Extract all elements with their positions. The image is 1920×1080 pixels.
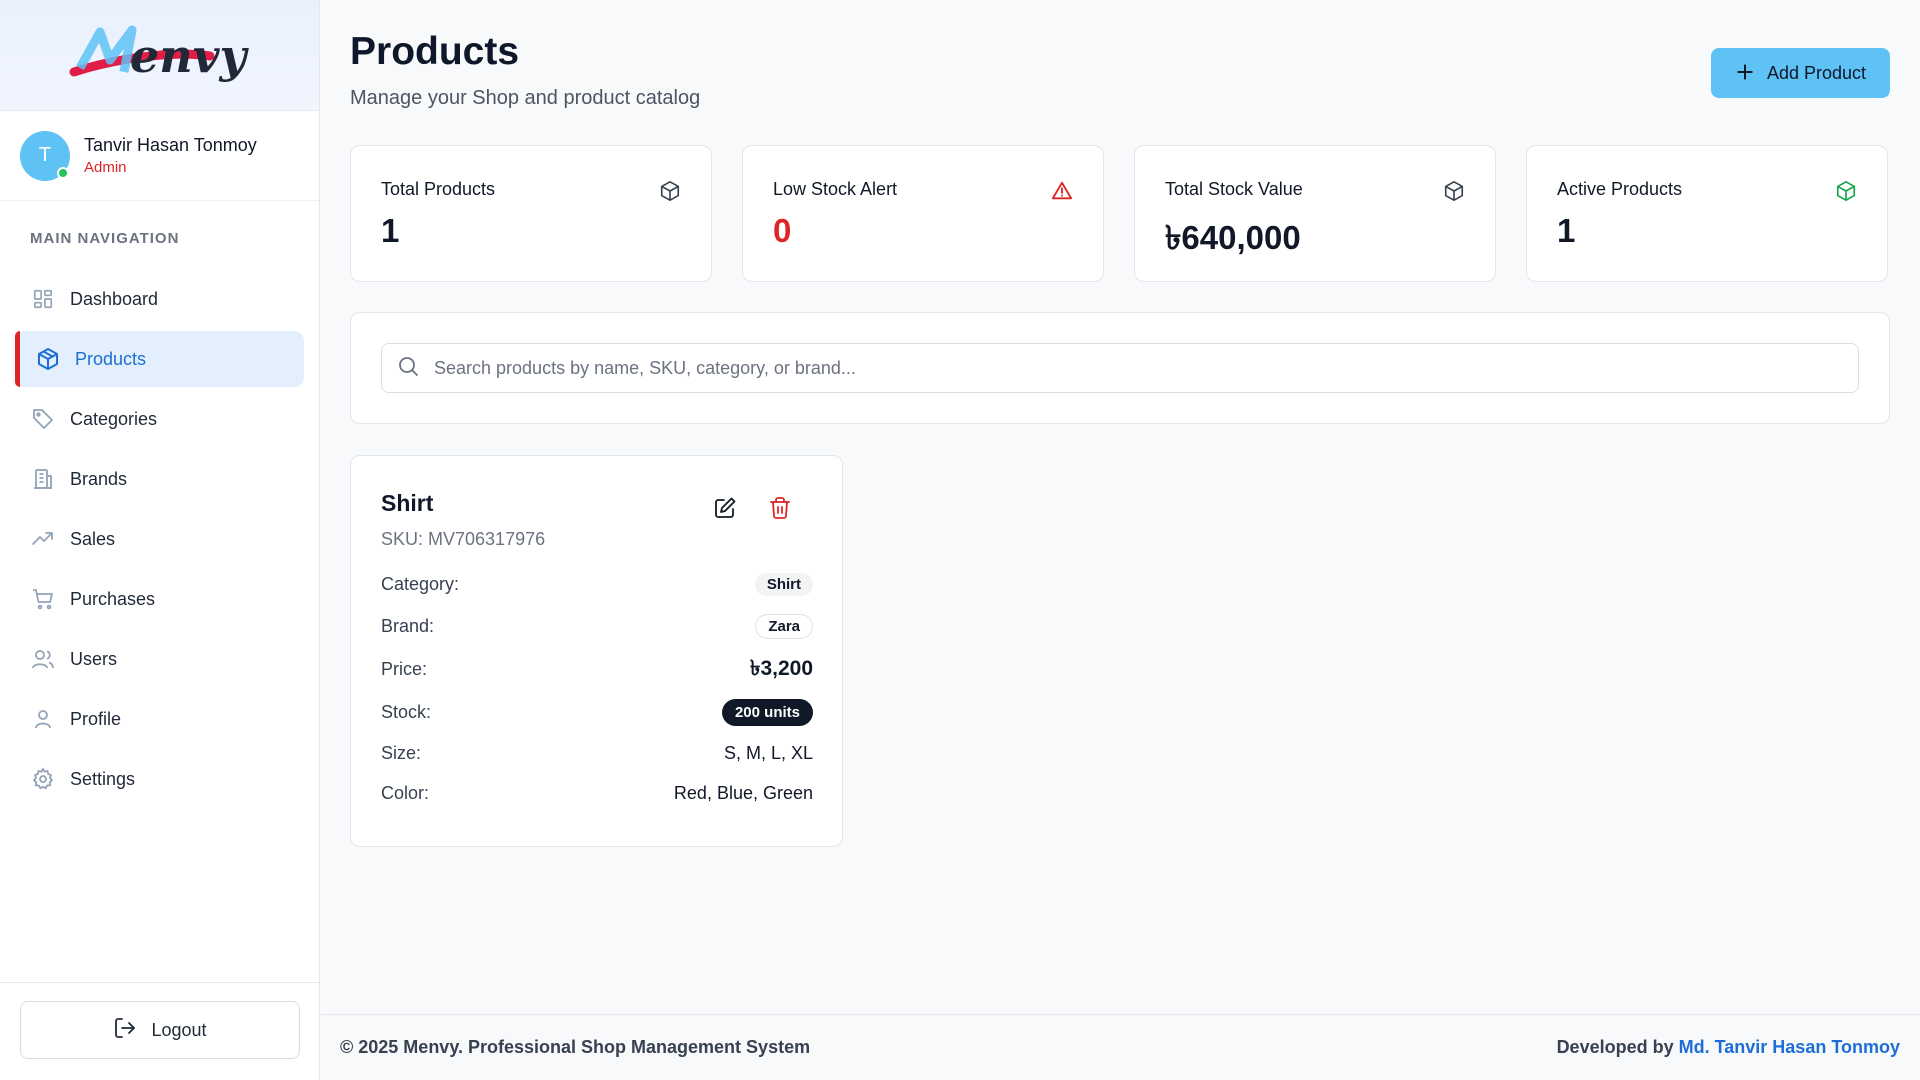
- search-icon: [396, 354, 420, 383]
- sidebar-item-brands[interactable]: Brands: [15, 451, 304, 507]
- search-card: [350, 312, 1890, 424]
- stats-row: Total Products 1 Low Stock Alert 0 Total…: [350, 145, 1890, 282]
- box-icon: [1836, 181, 1856, 201]
- size-value: S, M, L, XL: [723, 742, 813, 763]
- plus-icon: [1735, 62, 1755, 85]
- sidebar-item-label: Dashboard: [70, 288, 159, 309]
- user-profile-box: T Tanvir Hasan Tonmoy Admin: [0, 111, 319, 201]
- developer-link[interactable]: Md. Tanvir Hasan Tonmoy: [1679, 1037, 1900, 1057]
- developed-by-label: Developed by: [1556, 1037, 1674, 1057]
- user-name: Tanvir Hasan Tonmoy: [84, 135, 257, 155]
- logo-area: envy: [0, 0, 319, 111]
- trash-icon[interactable]: [768, 496, 792, 520]
- nav-heading: MAIN NAVIGATION: [30, 230, 180, 247]
- cart-icon: [30, 586, 56, 612]
- user-role: Admin: [84, 159, 127, 176]
- sidebar-item-sales[interactable]: Sales: [15, 511, 304, 567]
- sidebar-item-label: Products: [75, 348, 147, 369]
- stat-card-low-stock: Low Stock Alert 0: [742, 145, 1104, 282]
- product-category-row: Category: Shirt: [381, 569, 813, 599]
- gear-icon: [30, 766, 56, 792]
- product-size-row: Size: S, M, L, XL: [381, 738, 813, 768]
- footer-copyright: © 2025 Menvy. Professional Shop Manageme…: [340, 1037, 811, 1057]
- add-product-button[interactable]: Add Product: [1711, 48, 1890, 98]
- sidebar: envy T Tanvir Hasan Tonmoy Admin MAIN NA…: [0, 0, 320, 1080]
- product-card: Shirt SKU: MV706317976 Category: Shirt B…: [350, 455, 843, 847]
- logout-icon: [113, 1016, 137, 1045]
- box-icon: [1444, 181, 1464, 201]
- main-navigation: Dashboard Products Categories Brands Sal…: [0, 271, 319, 807]
- product-sku: SKU: MV706317976: [381, 529, 546, 549]
- online-status-dot: [57, 166, 69, 179]
- edit-icon[interactable]: [713, 496, 737, 520]
- price-value: ৳3,200: [749, 656, 813, 680]
- menvy-logo[interactable]: envy: [60, 20, 260, 90]
- box-icon: [35, 346, 61, 372]
- field-label: Size:: [381, 742, 422, 763]
- svg-text:envy: envy: [130, 29, 249, 83]
- tag-icon: [30, 406, 56, 432]
- product-name: Shirt: [381, 490, 434, 516]
- field-label: Stock:: [381, 701, 432, 722]
- sidebar-item-profile[interactable]: Profile: [15, 691, 304, 747]
- user-icon: [30, 706, 56, 732]
- sidebar-item-label: Sales: [70, 528, 116, 549]
- sidebar-item-label: Brands: [70, 468, 128, 489]
- stat-title: Low Stock Alert: [773, 179, 898, 199]
- product-brand-row: Brand: Zara: [381, 611, 813, 641]
- stat-value: 0: [773, 212, 792, 249]
- color-value: Red, Blue, Green: [673, 782, 813, 803]
- stock-badge: 200 units: [721, 698, 813, 726]
- product-color-row: Color: Red, Blue, Green: [381, 778, 813, 808]
- stat-title: Total Products: [381, 179, 496, 199]
- sidebar-item-products[interactable]: Products: [15, 331, 304, 387]
- logout-label: Logout: [151, 1019, 207, 1040]
- sidebar-item-categories[interactable]: Categories: [15, 391, 304, 447]
- sidebar-item-users[interactable]: Users: [15, 631, 304, 687]
- sidebar-item-label: Profile: [70, 708, 122, 729]
- sidebar-item-purchases[interactable]: Purchases: [15, 571, 304, 627]
- grid-icon: [30, 286, 56, 312]
- logout-area: Logout: [0, 982, 320, 1080]
- stat-value: 1: [1557, 212, 1576, 249]
- stat-card-active-products: Active Products 1: [1526, 145, 1888, 282]
- stat-title: Total Stock Value: [1165, 179, 1303, 199]
- product-stock-row: Stock: 200 units: [381, 697, 813, 727]
- search-box[interactable]: [381, 343, 1859, 393]
- add-product-label: Add Product: [1766, 62, 1867, 83]
- stat-title: Active Products: [1557, 179, 1683, 199]
- brand-badge: Zara: [755, 613, 813, 639]
- field-label: Category:: [381, 573, 460, 594]
- trending-up-icon: [30, 526, 56, 552]
- field-label: Brand:: [381, 615, 435, 636]
- page-subtitle: Manage your Shop and product catalog: [350, 87, 701, 109]
- avatar[interactable]: T: [20, 130, 70, 181]
- product-price-row: Price: ৳3,200: [381, 654, 813, 684]
- page-title: Products: [350, 30, 520, 73]
- sidebar-item-settings[interactable]: Settings: [15, 751, 304, 807]
- sidebar-item-label: Purchases: [70, 588, 156, 609]
- stat-card-total-stock-value: Total Stock Value ৳640,000: [1134, 145, 1496, 282]
- stat-card-total-products: Total Products 1: [350, 145, 712, 282]
- category-badge: Shirt: [754, 572, 813, 596]
- alert-triangle-icon: [1051, 181, 1073, 200]
- main-content: Products Manage your Shop and product ca…: [321, 0, 1920, 1014]
- sidebar-item-label: Categories: [70, 408, 158, 429]
- stat-value: ৳640,000: [1165, 219, 1301, 256]
- field-label: Color:: [381, 782, 430, 803]
- search-input[interactable]: [434, 357, 1834, 379]
- footer-developer: Developed by Md. Tanvir Hasan Tonmoy: [1557, 1037, 1900, 1058]
- stat-value: 1: [381, 212, 400, 249]
- users-icon: [30, 646, 56, 672]
- box-icon: [660, 181, 680, 201]
- sidebar-item-dashboard[interactable]: Dashboard: [15, 271, 304, 327]
- sidebar-item-label: Settings: [70, 768, 136, 789]
- avatar-initial: T: [38, 144, 52, 166]
- building-icon: [30, 466, 56, 492]
- footer: © 2025 Menvy. Professional Shop Manageme…: [321, 1014, 1920, 1080]
- logout-button[interactable]: Logout: [20, 1001, 300, 1059]
- field-label: Price:: [381, 658, 428, 679]
- sidebar-item-label: Users: [70, 648, 118, 669]
